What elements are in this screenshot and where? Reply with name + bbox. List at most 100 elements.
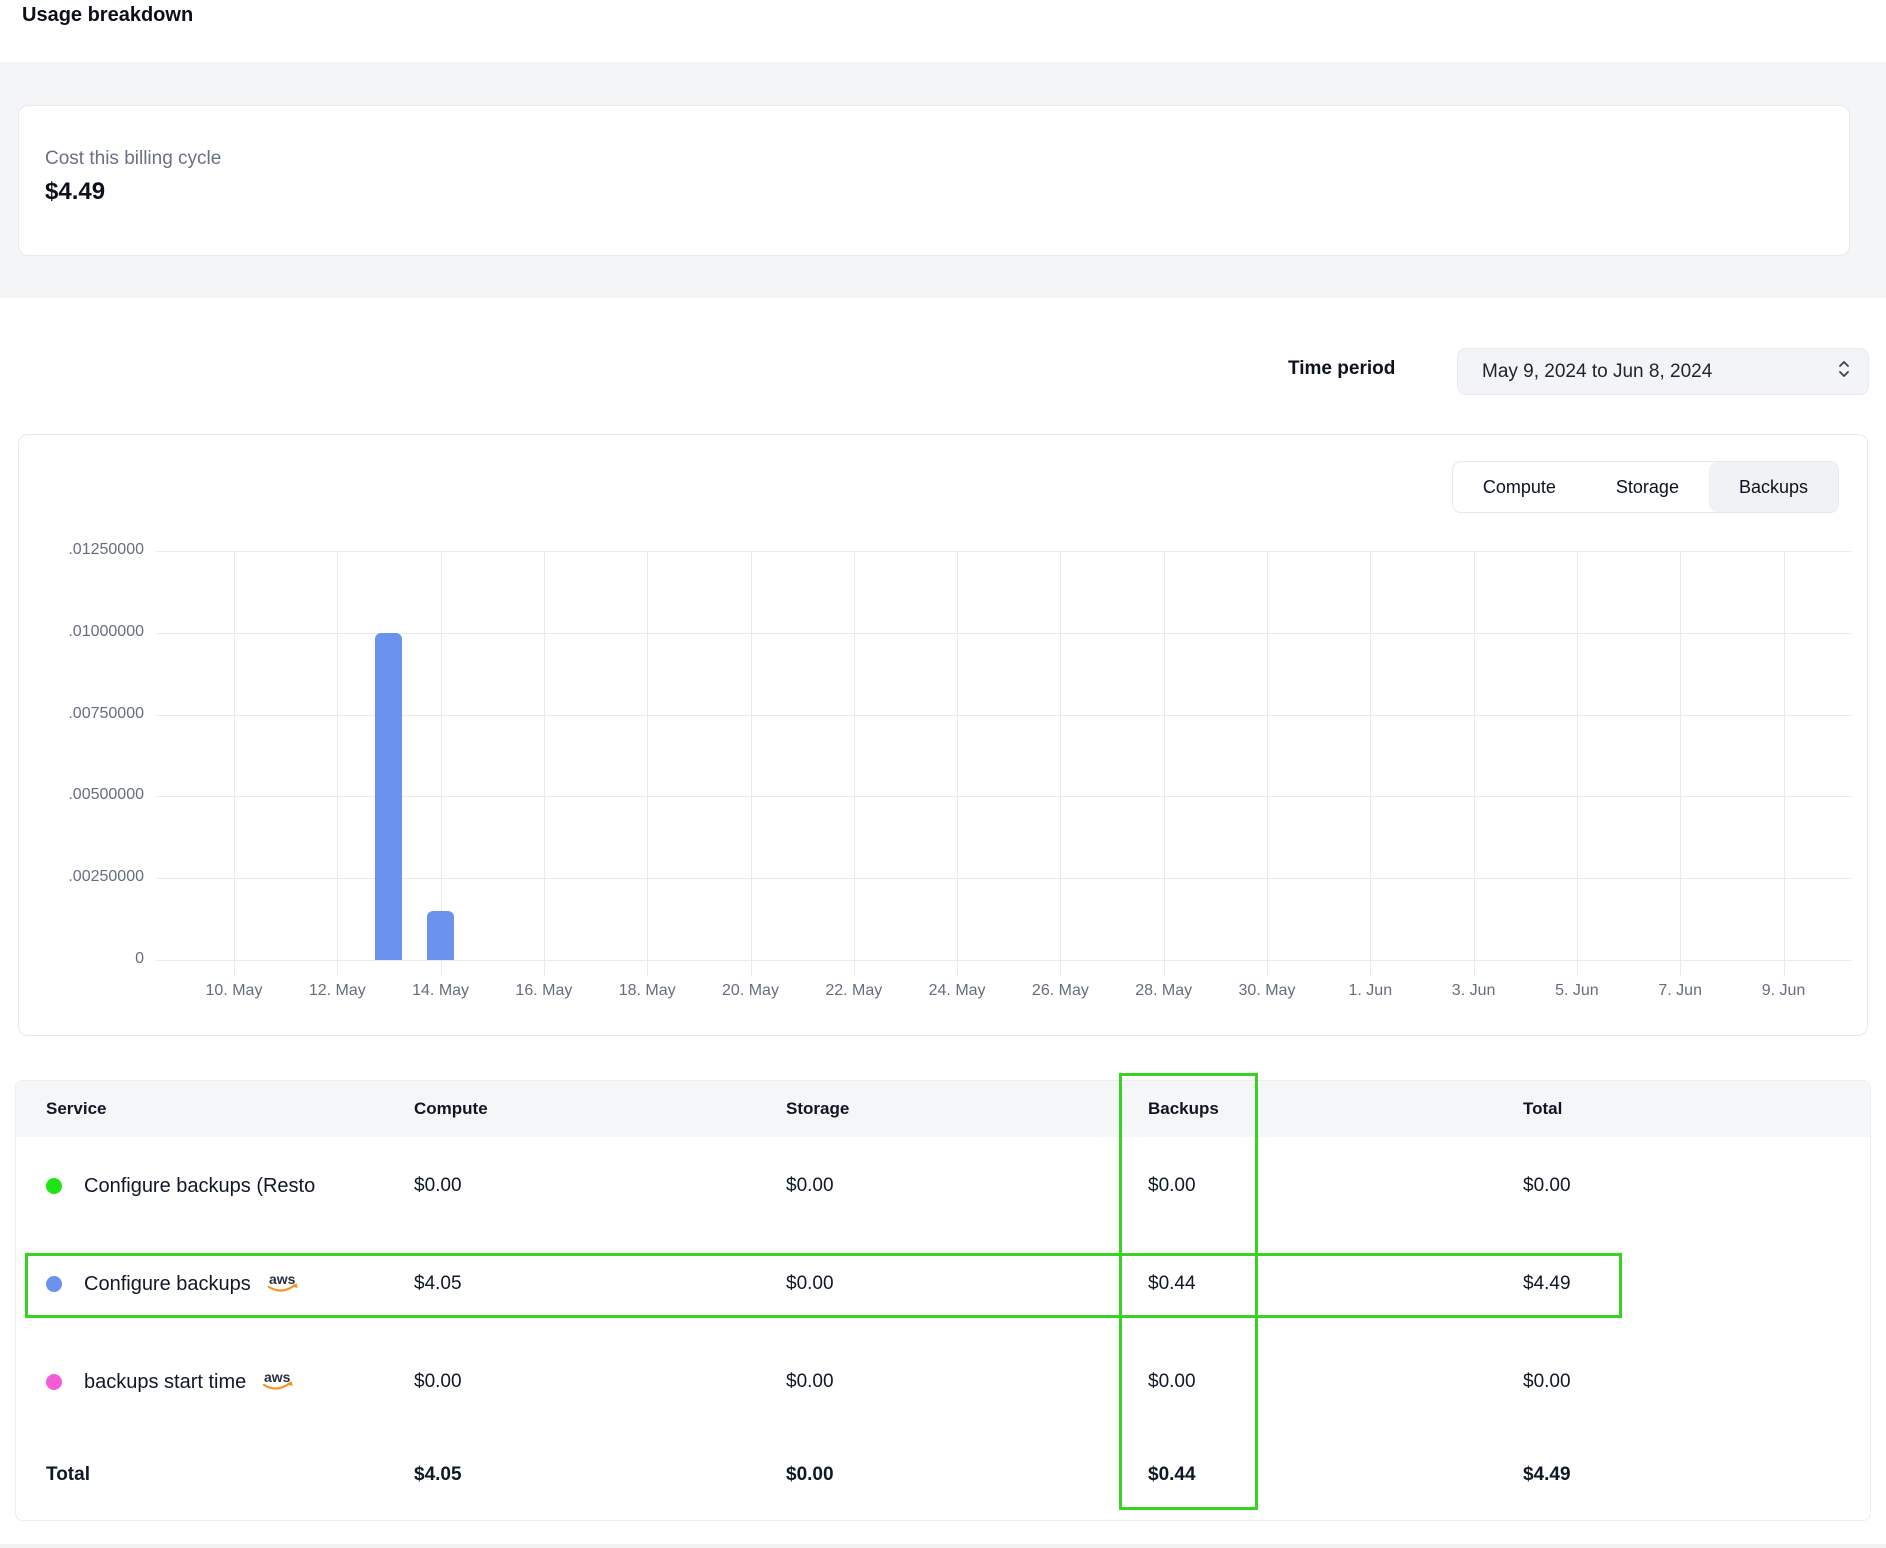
gridline-vertical bbox=[337, 551, 338, 976]
time-period-label: Time period bbox=[1288, 358, 1395, 380]
total-row-label: Total bbox=[46, 1464, 414, 1486]
y-axis-tick-label: .00750000 bbox=[29, 705, 144, 723]
total-backups-value: $0.44 bbox=[1148, 1464, 1523, 1486]
x-axis-tick-label: 18. May bbox=[592, 982, 702, 1000]
gridline-vertical bbox=[1370, 551, 1371, 976]
tab-backups[interactable]: Backups bbox=[1709, 462, 1838, 512]
table-header-row: Service Compute Storage Backups Total bbox=[16, 1081, 1870, 1137]
gridline-vertical bbox=[1267, 551, 1268, 976]
storage-value: $0.00 bbox=[786, 1175, 1148, 1197]
page-title: Usage breakdown bbox=[22, 4, 193, 27]
bottom-divider bbox=[0, 1544, 1886, 1548]
gridline-vertical bbox=[1680, 551, 1681, 976]
series-dot-pink bbox=[46, 1374, 62, 1390]
series-dot-green bbox=[46, 1178, 62, 1194]
service-cell: Configure backups (Resto bbox=[46, 1175, 414, 1198]
gridline-vertical bbox=[234, 551, 235, 976]
gridline-vertical bbox=[1164, 551, 1165, 976]
tab-storage[interactable]: Storage bbox=[1586, 462, 1709, 512]
total-value: $0.00 bbox=[1523, 1371, 1870, 1393]
gridline-vertical bbox=[854, 551, 855, 976]
time-period-value: May 9, 2024 to Jun 8, 2024 bbox=[1482, 361, 1836, 383]
gridline-vertical bbox=[751, 551, 752, 976]
gridline-horizontal bbox=[156, 796, 1851, 797]
backups-value: $0.00 bbox=[1148, 1371, 1523, 1393]
svg-text:aws: aws bbox=[269, 1272, 296, 1287]
y-axis-tick-label: .01250000 bbox=[29, 541, 144, 559]
service-cell: backups start time aws bbox=[46, 1367, 414, 1397]
chart-plot: .01250000.01000000.00750000.00500000.002… bbox=[156, 551, 1851, 960]
gridline-vertical bbox=[1784, 551, 1785, 976]
x-axis-tick-label: 14. May bbox=[386, 982, 496, 1000]
chart-metric-tabs: Compute Storage Backups bbox=[1452, 461, 1839, 513]
storage-value: $0.00 bbox=[786, 1371, 1148, 1393]
total-value: $0.00 bbox=[1523, 1175, 1870, 1197]
gridline-horizontal bbox=[156, 878, 1851, 879]
y-axis-tick-label: .00250000 bbox=[29, 868, 144, 886]
table-row: backups start time aws $0.00 $0.00 $0.00… bbox=[16, 1333, 1870, 1431]
header-total: Total bbox=[1523, 1099, 1870, 1119]
series-dot-blue bbox=[46, 1276, 62, 1292]
aws-logo-icon: aws bbox=[265, 1272, 301, 1299]
service-cell: Configure backups aws bbox=[46, 1269, 414, 1299]
table-row: Configure backups aws $4.05 $0.00 $0.44 … bbox=[16, 1235, 1870, 1333]
x-axis-tick-label: 20. May bbox=[696, 982, 806, 1000]
usage-breakdown-table: Service Compute Storage Backups Total Co… bbox=[15, 1080, 1871, 1521]
aws-logo-icon: aws bbox=[260, 1370, 296, 1397]
x-axis-tick-label: 10. May bbox=[179, 982, 289, 1000]
gridline-vertical bbox=[1060, 551, 1061, 976]
gridline-horizontal bbox=[156, 633, 1851, 634]
compute-value: $0.00 bbox=[414, 1371, 786, 1393]
x-axis-tick-label: 9. Jun bbox=[1729, 982, 1839, 1000]
x-axis-tick-label: 30. May bbox=[1212, 982, 1322, 1000]
x-axis-tick-label: 16. May bbox=[489, 982, 599, 1000]
gridline-vertical bbox=[544, 551, 545, 976]
table-row: Configure backups (Resto $0.00 $0.00 $0.… bbox=[16, 1137, 1870, 1235]
x-axis-tick-label: 12. May bbox=[282, 982, 392, 1000]
header-storage: Storage bbox=[786, 1099, 1148, 1119]
cost-card-value: $4.49 bbox=[45, 178, 1823, 206]
table-total-row: Total $4.05 $0.00 $0.44 $4.49 bbox=[16, 1431, 1870, 1518]
compute-value: $4.05 bbox=[414, 1273, 786, 1295]
gridline-vertical bbox=[647, 551, 648, 976]
x-axis-tick-label: 26. May bbox=[1005, 982, 1115, 1000]
gridline-vertical bbox=[1577, 551, 1578, 976]
y-axis-tick-label: .00500000 bbox=[29, 786, 144, 804]
svg-text:aws: aws bbox=[264, 1370, 291, 1385]
backups-value: $0.44 bbox=[1148, 1273, 1523, 1295]
tab-compute[interactable]: Compute bbox=[1453, 462, 1586, 512]
x-axis-tick-label: 3. Jun bbox=[1419, 982, 1529, 1000]
header-service: Service bbox=[46, 1099, 414, 1119]
y-axis-tick-label: 0 bbox=[29, 950, 144, 968]
storage-value: $0.00 bbox=[786, 1273, 1148, 1295]
time-period-select[interactable]: May 9, 2024 to Jun 8, 2024 bbox=[1457, 348, 1869, 395]
x-axis-tick-label: 1. Jun bbox=[1315, 982, 1425, 1000]
chart-bar[interactable] bbox=[427, 911, 454, 960]
total-value: $4.49 bbox=[1523, 1273, 1870, 1295]
x-axis-tick-label: 24. May bbox=[902, 982, 1012, 1000]
gridline-vertical bbox=[957, 551, 958, 976]
total-compute-value: $4.05 bbox=[414, 1464, 786, 1486]
usage-chart-card: Compute Storage Backups .01250000.010000… bbox=[18, 434, 1868, 1036]
x-axis-tick-label: 7. Jun bbox=[1625, 982, 1735, 1000]
total-storage-value: $0.00 bbox=[786, 1464, 1148, 1486]
x-axis-tick-label: 5. Jun bbox=[1522, 982, 1632, 1000]
header-backups: Backups bbox=[1148, 1099, 1523, 1119]
cost-card: Cost this billing cycle $4.49 bbox=[18, 105, 1850, 256]
cost-card-label: Cost this billing cycle bbox=[45, 148, 1823, 170]
service-name: Configure backups (Resto bbox=[84, 1175, 315, 1198]
gridline-horizontal bbox=[156, 551, 1851, 552]
x-axis-tick-label: 22. May bbox=[799, 982, 909, 1000]
y-axis-tick-label: .01000000 bbox=[29, 623, 144, 641]
x-axis-tick-label: 28. May bbox=[1109, 982, 1219, 1000]
service-name: backups start time bbox=[84, 1371, 246, 1394]
gridline-horizontal bbox=[156, 715, 1851, 716]
backups-value: $0.00 bbox=[1148, 1175, 1523, 1197]
chart-bar[interactable] bbox=[375, 633, 402, 960]
compute-value: $0.00 bbox=[414, 1175, 786, 1197]
header-compute: Compute bbox=[414, 1099, 786, 1119]
billing-summary-band: Cost this billing cycle $4.49 bbox=[0, 62, 1886, 298]
gridline-horizontal bbox=[156, 960, 1851, 961]
gridline-vertical bbox=[1474, 551, 1475, 976]
service-name: Configure backups bbox=[84, 1273, 251, 1296]
